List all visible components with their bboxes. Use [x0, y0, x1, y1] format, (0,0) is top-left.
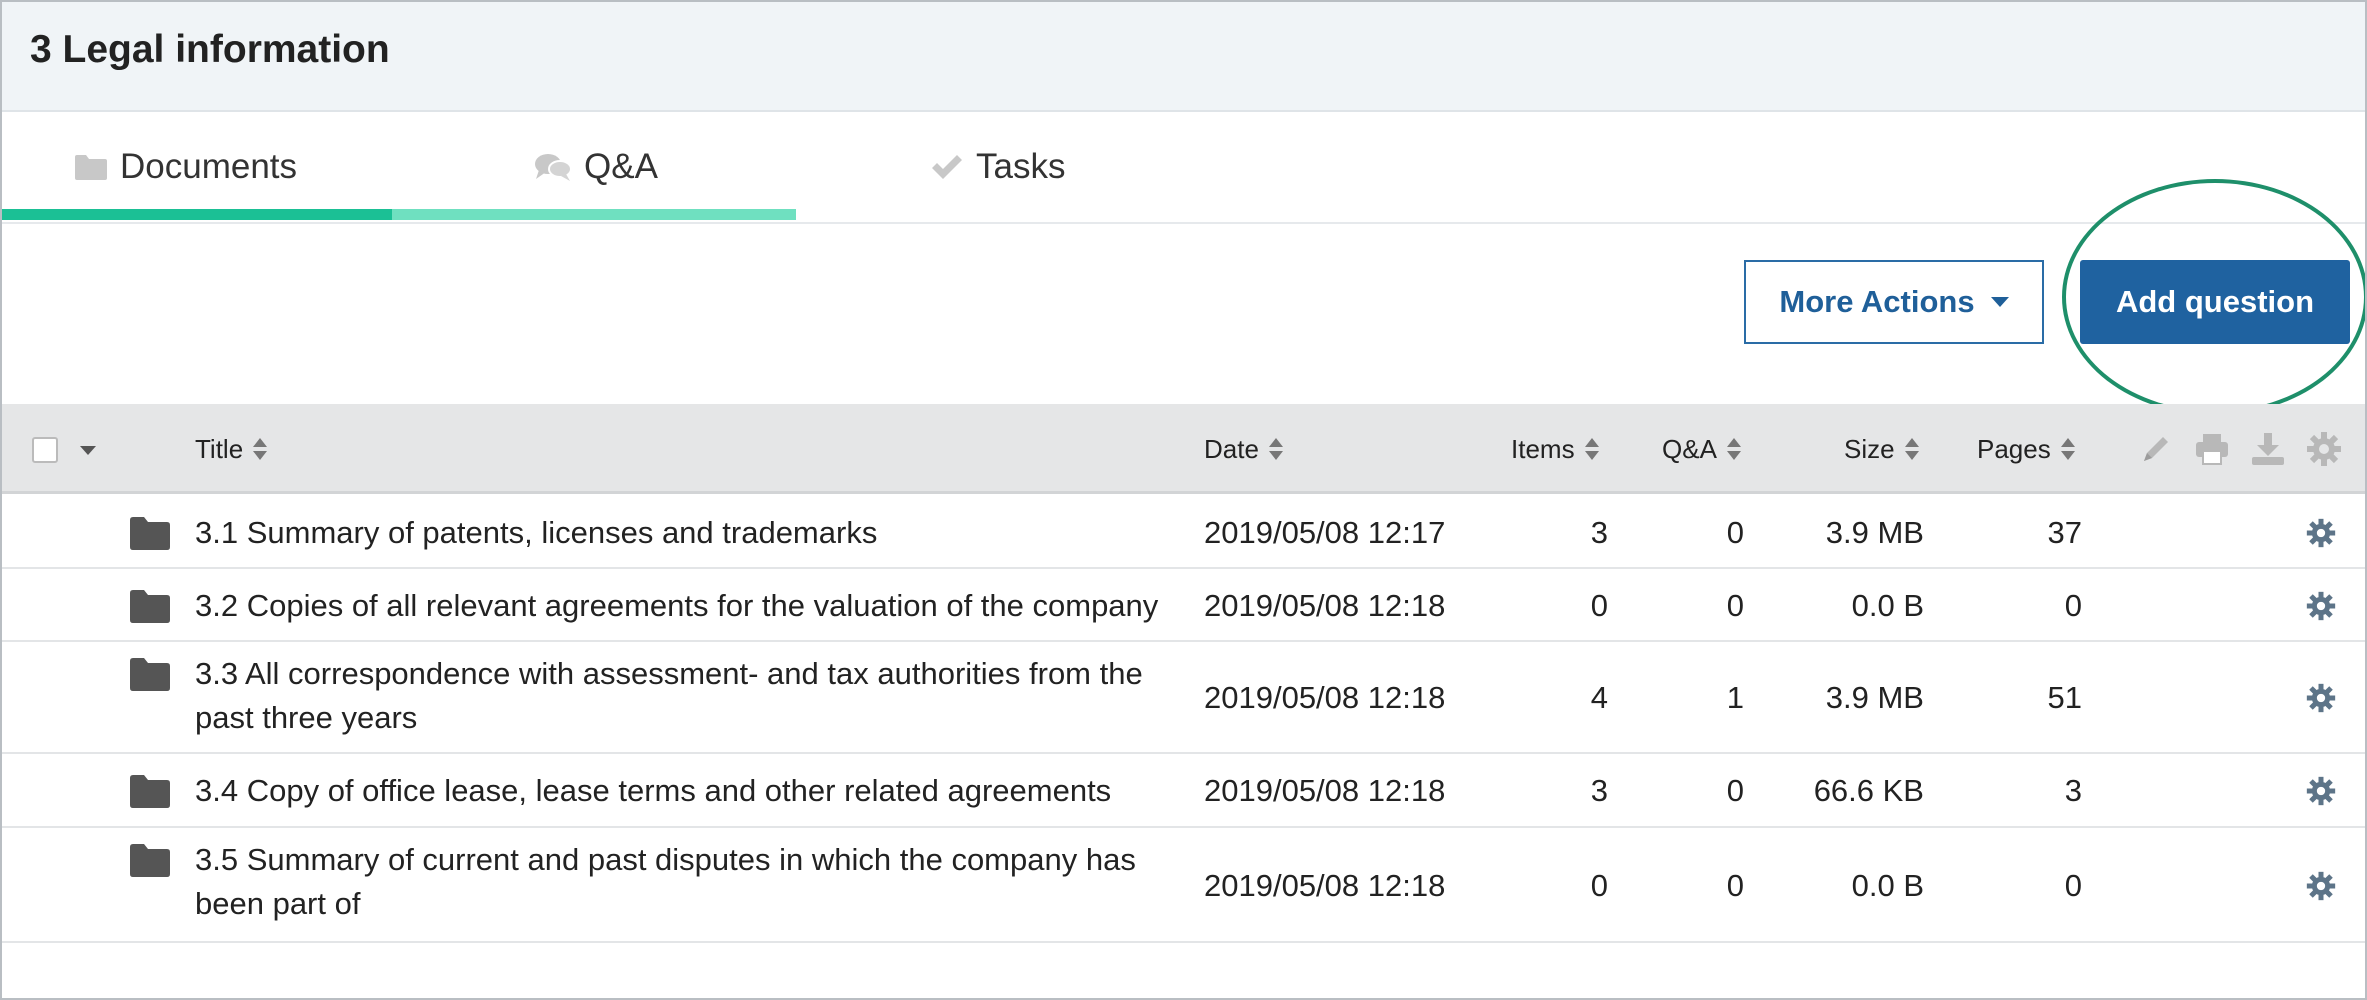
column-header-qa[interactable]: Q&A [1662, 404, 1741, 494]
tab-bar: Documents Q&A Tasks [2, 112, 2365, 224]
row-items: 3 [1590, 515, 1608, 550]
comments-icon [534, 152, 572, 182]
column-header-title[interactable]: Title [195, 404, 268, 494]
row-items: 3 [1590, 773, 1608, 808]
row-size: 0.0 B [1851, 588, 1924, 623]
tab-documents-indicator [2, 209, 392, 220]
row-date: 2019/05/08 12:17 [1204, 515, 1446, 550]
select-all-checkbox[interactable] [32, 437, 58, 463]
row-qa: 0 [1726, 588, 1744, 623]
row-title[interactable]: 3.1 Summary of patents, licenses and tra… [195, 511, 1185, 555]
column-header-items[interactable]: Items [1511, 404, 1599, 494]
folder-icon [129, 515, 171, 556]
tab-qa-indicator [392, 209, 796, 220]
row-size: 3.9 MB [1825, 680, 1924, 715]
row-date: 2019/05/08 12:18 [1204, 868, 1446, 903]
sort-icon [1584, 437, 1599, 461]
row-size: 66.6 KB [1813, 773, 1924, 808]
sort-icon [2060, 437, 2075, 461]
folder-icon [129, 773, 171, 814]
bulk-actions [2138, 404, 2362, 494]
row-qa: 0 [1726, 773, 1744, 808]
tab-qa-label: Q&A [584, 147, 658, 186]
print-icon[interactable] [2194, 431, 2230, 467]
row-title[interactable]: 3.2 Copies of all relevant agreements fo… [195, 584, 1185, 628]
folder-icon [129, 656, 171, 697]
row-qa: 0 [1726, 868, 1744, 903]
tab-tasks-label: Tasks [976, 147, 1066, 186]
row-pages: 3 [2064, 773, 2082, 808]
row-title[interactable]: 3.4 Copy of office lease, lease terms an… [195, 769, 1185, 813]
row-pages: 37 [2047, 515, 2082, 550]
tab-documents[interactable]: Documents [74, 112, 297, 222]
row-items: 0 [1590, 588, 1608, 623]
row-date: 2019/05/08 12:18 [1204, 588, 1446, 623]
row-items: 0 [1590, 868, 1608, 903]
select-options-caret-icon[interactable] [80, 446, 96, 455]
table-row[interactable]: 3.3 All correspondence with assessment- … [2, 642, 2365, 754]
sort-icon [1904, 437, 1919, 461]
column-header-pages[interactable]: Pages [1977, 404, 2075, 494]
table-row[interactable]: 3.2 Copies of all relevant agreements fo… [2, 569, 2365, 642]
row-settings-gear-icon[interactable] [2306, 871, 2336, 906]
add-question-label: Add question [2115, 284, 2315, 319]
folder-icon [74, 153, 108, 181]
app-frame: 3 Legal information Documents Q&A Tasks … [0, 0, 2367, 1000]
column-header-date[interactable]: Date [1204, 404, 1283, 494]
table-header: Title Date Items Q&A Size Pages [2, 404, 2365, 494]
row-size: 3.9 MB [1825, 515, 1924, 550]
row-pages: 0 [2064, 588, 2082, 623]
check-icon [930, 153, 964, 181]
page-header: 3 Legal information [2, 2, 2365, 112]
tab-documents-label: Documents [120, 147, 298, 186]
row-qa: 1 [1726, 680, 1744, 715]
folder-icon [129, 842, 171, 883]
page-title: 3 Legal information [30, 28, 390, 71]
tab-qa[interactable]: Q&A [534, 112, 658, 222]
row-settings-gear-icon[interactable] [2306, 518, 2336, 553]
table-row[interactable]: 3.5 Summary of current and past disputes… [2, 828, 2365, 943]
row-pages: 0 [2064, 868, 2082, 903]
row-size: 0.0 B [1851, 868, 1924, 903]
row-settings-gear-icon[interactable] [2306, 591, 2336, 626]
sort-icon [253, 437, 268, 461]
more-actions-button[interactable]: More Actions [1744, 260, 2044, 344]
folder-icon [129, 588, 171, 629]
more-actions-label: More Actions [1779, 284, 1975, 319]
pencil-icon[interactable] [2138, 431, 2174, 467]
caret-down-icon [1990, 297, 2009, 307]
table-row[interactable]: 3.4 Copy of office lease, lease terms an… [2, 754, 2365, 828]
row-title[interactable]: 3.5 Summary of current and past disputes… [195, 838, 1185, 926]
row-pages: 51 [2047, 680, 2082, 715]
sort-icon [1726, 437, 1741, 461]
row-items: 4 [1590, 680, 1608, 715]
table-row[interactable]: 3.1 Summary of patents, licenses and tra… [2, 497, 2365, 569]
row-settings-gear-icon[interactable] [2306, 683, 2336, 718]
tab-tasks[interactable]: Tasks [930, 112, 1065, 222]
row-qa: 0 [1726, 515, 1744, 550]
row-settings-gear-icon[interactable] [2306, 776, 2336, 811]
sort-icon [1268, 437, 1283, 461]
download-icon[interactable] [2250, 431, 2286, 467]
column-header-size[interactable]: Size [1844, 404, 1919, 494]
row-title[interactable]: 3.3 All correspondence with assessment- … [195, 652, 1185, 740]
row-date: 2019/05/08 12:18 [1204, 680, 1446, 715]
row-date: 2019/05/08 12:18 [1204, 773, 1446, 808]
gear-icon[interactable] [2306, 431, 2342, 467]
add-question-button[interactable]: Add question [2080, 260, 2350, 344]
